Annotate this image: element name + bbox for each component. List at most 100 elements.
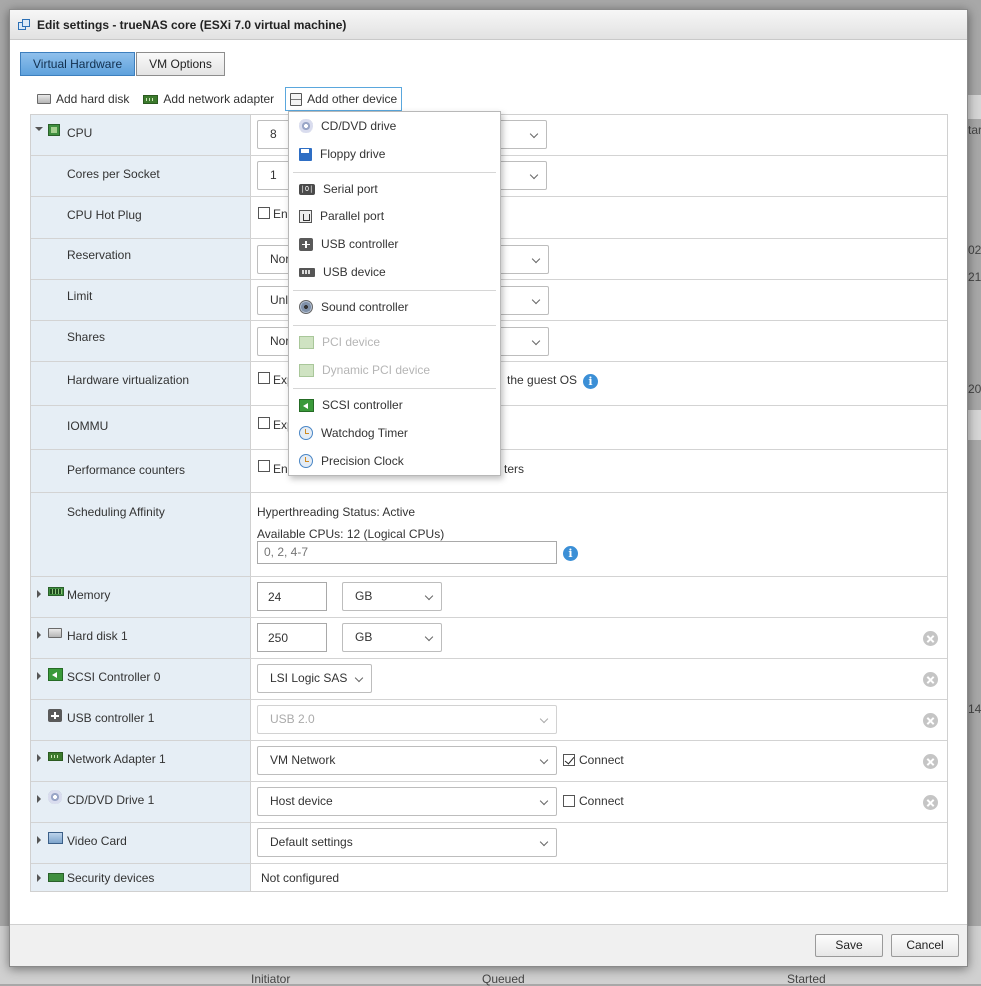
network-adapter-icon (48, 752, 63, 761)
menu-item-parallel-port[interactable]: Parallel port (289, 203, 500, 229)
remove-device-icon[interactable] (923, 795, 938, 810)
expand-arrow-icon[interactable] (37, 631, 41, 639)
menu-separator (293, 388, 496, 389)
other-device-icon (290, 92, 303, 106)
video-card-settings-select[interactable]: Default settings (257, 828, 557, 857)
available-cpus: Available CPUs: 12 (Logical CPUs) (257, 527, 445, 541)
network-select[interactable]: VM Network (257, 746, 557, 775)
menu-item-cd-dvd-drive[interactable]: CD/DVD drive (289, 113, 500, 139)
tab-bar: Virtual Hardware VM Options (20, 52, 225, 76)
menu-item-label: Watchdog Timer (321, 426, 408, 440)
network-value: VM Network (270, 753, 336, 767)
performance-counters-checkbox[interactable] (258, 460, 270, 472)
pci-icon (299, 363, 314, 377)
remove-device-icon[interactable] (923, 631, 938, 646)
expand-arrow-icon[interactable] (37, 874, 41, 882)
expand-arrow-icon[interactable] (37, 672, 41, 680)
cd-dvd-source-select[interactable]: Host device (257, 787, 557, 816)
background-fragment: tar (968, 123, 981, 137)
add-network-adapter-button[interactable]: Add network adapter (140, 87, 277, 111)
chevron-down-icon (531, 336, 541, 346)
menu-item-label: Serial port (323, 182, 378, 196)
menu-separator (293, 290, 496, 291)
cancel-button[interactable]: Cancel (891, 934, 959, 957)
info-icon[interactable]: i (583, 374, 598, 389)
hardware-virtualization-text-end: the guest OS (507, 373, 578, 387)
expand-arrow-icon[interactable] (37, 836, 41, 844)
add-other-device-button[interactable]: Add other device (285, 87, 403, 111)
scheduling-affinity-input[interactable] (257, 541, 557, 564)
edit-settings-dialog: Edit settings - trueNAS core (ESXi 7.0 v… (9, 9, 968, 967)
cd-dvd-row: CD/DVD Drive 1 Host device Connect (31, 782, 947, 823)
menu-item-usb-controller[interactable]: USB controller (289, 231, 500, 257)
scsi-controller-type-value: LSI Logic SAS (270, 671, 348, 685)
background-row-strip (968, 410, 981, 440)
iommu-checkbox[interactable] (258, 417, 270, 429)
add-hard-disk-button[interactable]: Add hard disk (34, 87, 132, 111)
memory-row: Memory GB (31, 577, 947, 618)
hard-disk-unit-value: GB (355, 630, 373, 644)
hard-disk-unit-select[interactable]: GB (342, 623, 442, 652)
chevron-down-icon (531, 254, 541, 264)
network-adapter-icon (143, 94, 159, 104)
reservation-value: Nor (270, 252, 290, 266)
chevron-down-icon (539, 796, 549, 806)
expand-arrow-icon[interactable] (37, 795, 41, 803)
scheduling-affinity-label: Scheduling Affinity (67, 505, 165, 519)
cd-dvd-connect-checkbox[interactable] (563, 795, 575, 807)
cpu-icon (48, 124, 60, 136)
memory-unit-select[interactable]: GB (342, 582, 442, 611)
remove-device-icon[interactable] (923, 672, 938, 687)
menu-item-sound-controller[interactable]: Sound controller (289, 294, 500, 320)
add-hard-disk-label: Add hard disk (56, 92, 130, 106)
menu-item-label: Floppy drive (320, 147, 386, 161)
shares-value: Nor (270, 334, 290, 348)
expand-arrow-icon[interactable] (37, 754, 41, 762)
menu-item-usb-device[interactable]: USB device (289, 259, 500, 285)
network-connect-checkbox[interactable] (563, 754, 575, 766)
menu-item-label: CD/DVD drive (321, 119, 397, 133)
hard-disk-row: Hard disk 1 GB (31, 618, 947, 659)
remove-device-icon[interactable] (923, 754, 938, 769)
tab-virtual-hardware[interactable]: Virtual Hardware (20, 52, 136, 76)
menu-item-scsi-controller[interactable]: SCSI controller (289, 392, 500, 418)
cd-icon (48, 790, 62, 804)
collapse-arrow-icon[interactable] (35, 127, 43, 131)
background-fragment: 21 (968, 270, 981, 284)
hard-disk-icon (37, 94, 51, 104)
video-card-label: Video Card (67, 834, 127, 848)
menu-item-serial-port[interactable]: |O| Serial port (289, 176, 500, 202)
menu-item-watchdog-timer[interactable]: Watchdog Timer (289, 420, 500, 446)
usb-controller-icon (48, 709, 62, 722)
menu-item-dynamic-pci-device: Dynamic PCI device (289, 357, 500, 383)
hardware-virtualization-checkbox[interactable] (258, 372, 270, 384)
iommu-label: IOMMU (67, 419, 109, 433)
menu-item-label: Sound controller (321, 300, 409, 314)
background-header-strip (968, 95, 981, 119)
scsi-controller-type-select[interactable]: LSI Logic SAS (257, 664, 372, 693)
pci-icon (299, 335, 314, 349)
usb-device-icon (299, 267, 315, 277)
background-fragment: 14 (968, 702, 981, 716)
tab-vm-options[interactable]: VM Options (136, 52, 225, 76)
network-connect-label: Connect (579, 753, 624, 767)
cd-dvd-label: CD/DVD Drive 1 (67, 793, 155, 807)
remove-device-icon[interactable] (923, 713, 938, 728)
memory-size-input[interactable] (257, 582, 327, 611)
info-icon[interactable]: i (563, 546, 578, 561)
save-button[interactable]: Save (815, 934, 883, 957)
memory-icon (48, 587, 64, 596)
menu-item-label: USB device (323, 265, 386, 279)
video-card-icon (48, 832, 63, 844)
menu-item-label: SCSI controller (322, 398, 403, 412)
performance-counters-text-end: ters (504, 462, 525, 476)
video-card-settings-value: Default settings (270, 835, 353, 849)
add-other-device-label: Add other device (307, 92, 398, 106)
dialog-titlebar[interactable]: Edit settings - trueNAS core (ESXi 7.0 v… (10, 10, 967, 40)
network-adapter-row: Network Adapter 1 VM Network Connect (31, 741, 947, 782)
hard-disk-size-input[interactable] (257, 623, 327, 652)
menu-item-floppy-drive[interactable]: Floppy drive (289, 141, 500, 167)
expand-arrow-icon[interactable] (37, 590, 41, 598)
cpu-hot-plug-checkbox[interactable] (258, 207, 270, 219)
menu-item-precision-clock[interactable]: Precision Clock (289, 448, 500, 474)
